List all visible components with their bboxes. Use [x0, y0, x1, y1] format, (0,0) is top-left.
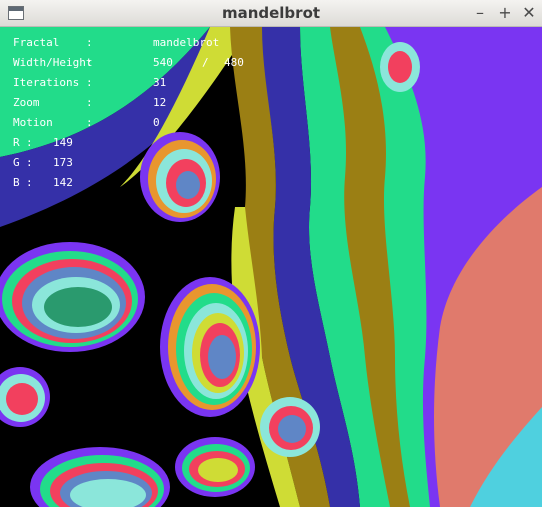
r-colon: :: [26, 136, 33, 149]
size-slash: /: [202, 56, 209, 69]
iterations-label: Iterations: [13, 76, 80, 89]
r-label: R: [13, 136, 20, 149]
close-button[interactable]: ✕: [519, 3, 539, 23]
r-value: 149: [53, 136, 73, 149]
motion-colon: :: [86, 116, 93, 129]
fractal-render: [0, 27, 542, 507]
iterations-value: 31: [153, 76, 167, 89]
size-colon: :: [86, 56, 93, 69]
zoom-label: Zoom: [13, 96, 40, 109]
g-label: G: [13, 156, 20, 169]
height-value: 480: [224, 56, 244, 69]
g-value: 173: [53, 156, 73, 169]
maximize-button[interactable]: +: [495, 3, 515, 23]
b-colon: :: [26, 176, 33, 189]
g-colon: :: [26, 156, 33, 169]
size-label: Width/Height: [13, 56, 93, 69]
title-bar[interactable]: mandelbrot – + ✕: [0, 0, 542, 27]
b-label: B: [13, 176, 20, 189]
motion-label: Motion: [13, 116, 53, 129]
window-title: mandelbrot: [221, 4, 321, 22]
fractal-label: Fractal: [13, 36, 60, 49]
fractal-canvas[interactable]: [0, 27, 542, 507]
app-window: mandelbrot – + ✕ Fractal: mandelbrot Wi…: [0, 0, 542, 507]
zoom-value: 12: [153, 96, 167, 109]
fractal-value: mandelbrot: [153, 36, 220, 49]
b-value: 142: [53, 176, 73, 189]
fractal-colon: :: [86, 36, 93, 49]
iterations-colon: :: [86, 76, 93, 89]
width-value: 540: [153, 56, 173, 69]
zoom-colon: :: [86, 96, 93, 109]
motion-value: 0: [153, 116, 160, 129]
minimize-button[interactable]: –: [470, 3, 490, 23]
